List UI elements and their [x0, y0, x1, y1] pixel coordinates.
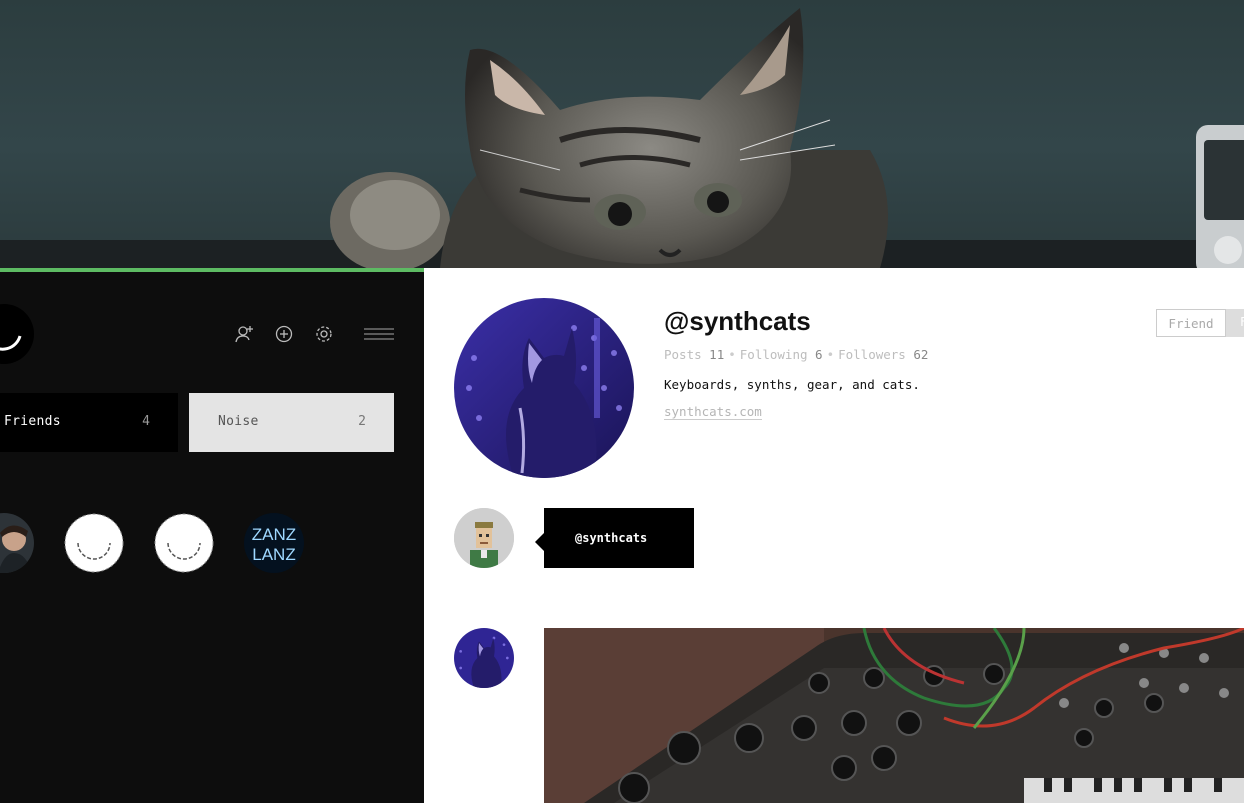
- profile-bio: Keyboards, synths, gear, and cats.: [664, 377, 920, 392]
- profile-avatar[interactable]: [454, 298, 634, 478]
- menu-icon[interactable]: [364, 323, 394, 345]
- person-photo-icon: [0, 513, 34, 573]
- posts-label: Posts: [664, 347, 702, 362]
- posts-count: 11: [709, 347, 725, 362]
- followers-stat[interactable]: Followers 62: [838, 347, 928, 362]
- mention-username: @synthcats: [575, 531, 648, 545]
- follow-button-label: F: [1240, 315, 1244, 329]
- profile-stats: Posts 11 • Following 6 • Followers 62: [664, 347, 928, 362]
- friend-avatar-default[interactable]: [154, 513, 214, 573]
- tab-noise-label: Noise: [218, 414, 259, 429]
- tab-friends-label: Friends: [4, 414, 61, 429]
- posts-stat[interactable]: Posts 11: [664, 347, 724, 362]
- friend-avatar-default[interactable]: [64, 513, 124, 573]
- post-image[interactable]: [544, 628, 1244, 803]
- following-stat[interactable]: Following 6: [740, 347, 823, 362]
- logo-icon: [0, 335, 22, 351]
- sidebar-accent-bar: [0, 268, 424, 272]
- add-friend-icon[interactable]: [233, 323, 255, 345]
- follow-button[interactable]: F: [1226, 309, 1244, 337]
- profile-website-link[interactable]: synthcats.com: [664, 404, 762, 420]
- cat-cover-image: [0, 8, 1244, 268]
- zanzlanz-logo-avatar: ZANZ LANZ: [244, 513, 304, 573]
- stats-separator: •: [826, 347, 835, 362]
- settings-gear-icon[interactable]: [313, 323, 335, 345]
- tab-friends[interactable]: Friends 4: [0, 393, 178, 452]
- synth-cat-avatar-image: [454, 628, 514, 688]
- followers-label: Followers: [838, 347, 906, 362]
- avatar-text-line1: ZANZ: [252, 525, 296, 544]
- avatar-text-line2: LANZ: [252, 545, 295, 564]
- app-logo[interactable]: [0, 304, 34, 364]
- following-count: 6: [815, 347, 823, 362]
- following-label: Following: [739, 347, 808, 362]
- smile-placeholder-icon: [64, 513, 124, 573]
- post-author-avatar[interactable]: [454, 628, 514, 688]
- sidebar: Friends 4 Noise 2 ZANZ LANZ: [0, 268, 424, 803]
- tab-noise-count: 2: [358, 414, 366, 429]
- friend-avatar-zanzlanz[interactable]: ZANZ LANZ: [244, 513, 304, 573]
- commenter-avatar[interactable]: [454, 508, 514, 568]
- friend-button[interactable]: Friend: [1156, 309, 1226, 337]
- synth-cat-avatar-image: [454, 298, 634, 478]
- mention-bubble[interactable]: @synthcats: [535, 508, 694, 568]
- profile-username: @synthcats: [664, 306, 811, 336]
- tab-noise[interactable]: Noise 2: [189, 393, 394, 452]
- tab-friends-count: 4: [142, 414, 150, 429]
- synthesizer-photo: [544, 628, 1244, 803]
- friend-avatar-photo[interactable]: [0, 513, 34, 573]
- smile-placeholder-icon: [154, 513, 214, 573]
- cover-photo: [0, 0, 1244, 268]
- pixel-man-avatar: [454, 508, 514, 568]
- plus-circle-icon[interactable]: [273, 323, 295, 345]
- followers-count: 62: [913, 347, 929, 362]
- stats-separator: •: [728, 347, 736, 362]
